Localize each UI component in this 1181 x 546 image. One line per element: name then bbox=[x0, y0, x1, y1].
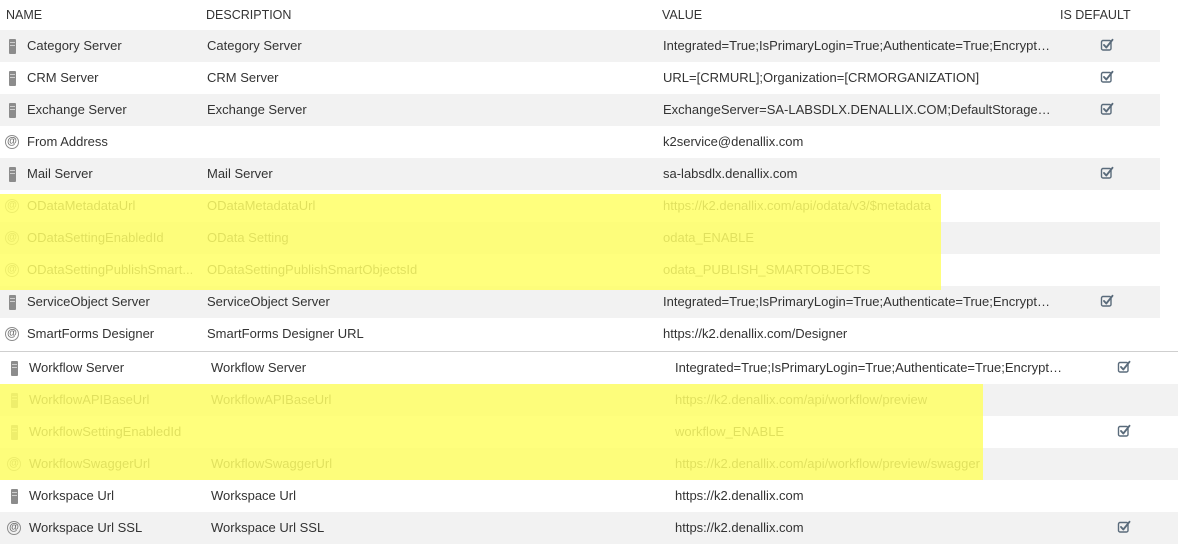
cell-name: WorkflowAPIBaseUrl bbox=[29, 392, 150, 407]
header-value[interactable]: VALUE bbox=[662, 0, 702, 30]
cell-name: CRM Server bbox=[27, 70, 99, 85]
table-row[interactable]: Workflow Server Workflow Server Integrated… bbox=[0, 352, 1178, 384]
checkmark-icon bbox=[1100, 294, 1114, 307]
cell-name: Workspace Url SSL bbox=[29, 520, 143, 535]
table-row[interactable]: WorkflowAPIBaseUrl WorkflowAPIBaseUrl http… bbox=[0, 384, 1178, 416]
at-icon: @ bbox=[5, 134, 19, 150]
table-body: Category Server Category Server Integrated… bbox=[0, 30, 1160, 350]
cell-name: WorkflowSettingEnabledId bbox=[29, 424, 182, 439]
at-icon: @ bbox=[5, 230, 19, 246]
cell-description: Exchange Server bbox=[207, 102, 307, 117]
checkmark-icon bbox=[1100, 38, 1114, 51]
cell-description: CRM Server bbox=[207, 70, 279, 85]
cell-value: Integrated=True;IsPrimaryLogin=True;Auth… bbox=[675, 360, 1065, 375]
checkmark-icon bbox=[1100, 166, 1114, 179]
table-row[interactable]: Mail Server Mail Server sa-labsdlx.denalli… bbox=[0, 158, 1160, 190]
table-row[interactable]: ServiceObject Server ServiceObject Server… bbox=[0, 286, 1160, 318]
cell-value: https://k2.denallix.com/api/odata/v3/$me… bbox=[663, 198, 932, 213]
cell-value: workflow_ENABLE bbox=[675, 424, 785, 439]
server-icon bbox=[5, 102, 19, 118]
cell-description: Workflow Server bbox=[211, 360, 307, 375]
cell-value: odata_PUBLISH_SMARTOBJECTS bbox=[663, 262, 871, 277]
cell-description: Mail Server bbox=[207, 166, 273, 181]
header-name[interactable]: NAME bbox=[6, 0, 42, 30]
table-row[interactable]: @ ODataSettingEnabledId OData Setting odata… bbox=[0, 222, 1160, 254]
table-row[interactable]: WorkflowSettingEnabledId workflow_ENABLE bbox=[0, 416, 1178, 448]
cell-name: SmartForms Designer bbox=[27, 326, 155, 341]
cell-value: k2service@denallix.com bbox=[663, 134, 804, 149]
cell-description: OData Setting bbox=[207, 230, 289, 245]
server-icon bbox=[5, 38, 19, 54]
cell-name: Workspace Url bbox=[29, 488, 115, 503]
checkmark-icon bbox=[1117, 360, 1131, 373]
cell-name: ServiceObject Server bbox=[27, 294, 150, 309]
header-description[interactable]: DESCRIPTION bbox=[206, 0, 291, 30]
cell-value: https://k2.denallix.com/Designer bbox=[663, 326, 848, 341]
checkmark-icon bbox=[1117, 424, 1131, 437]
server-icon bbox=[7, 392, 21, 408]
cell-value: https://k2.denallix.com/api/workflow/pre… bbox=[675, 456, 980, 471]
checkmark-icon bbox=[1117, 520, 1131, 533]
cell-name: Exchange Server bbox=[27, 102, 127, 117]
cell-name: ODataSettingEnabledId bbox=[27, 230, 164, 245]
table-body: Workflow Server Workflow Server Integrated… bbox=[0, 352, 1178, 544]
cell-value: Integrated=True;IsPrimaryLogin=True;Auth… bbox=[663, 294, 1053, 309]
cell-description: Workspace Url SSL bbox=[211, 520, 325, 535]
settings-table-1: NAME DESCRIPTION VALUE IS DEFAULT Catego… bbox=[0, 0, 1160, 350]
cell-description: ODataMetadataUrl bbox=[207, 198, 316, 213]
table-row[interactable]: @ Workspace Url SSL Workspace Url SSL https… bbox=[0, 512, 1178, 544]
table-row[interactable]: Exchange Server Exchange Server ExchangeSe… bbox=[0, 94, 1160, 126]
at-icon: @ bbox=[7, 456, 21, 472]
cell-description: Workspace Url bbox=[211, 488, 297, 503]
settings-table-2: Workflow Server Workflow Server Integrated… bbox=[0, 351, 1178, 544]
cell-description: SmartForms Designer URL bbox=[207, 326, 364, 341]
table-header: NAME DESCRIPTION VALUE IS DEFAULT bbox=[0, 0, 1160, 30]
cell-value: sa-labsdlx.denallix.com bbox=[663, 166, 798, 181]
cell-name: Workflow Server bbox=[29, 360, 125, 375]
checkmark-icon bbox=[1100, 102, 1114, 115]
table-row[interactable]: @ ODataMetadataUrl ODataMetadataUrl https:/… bbox=[0, 190, 1160, 222]
at-icon: @ bbox=[5, 326, 19, 342]
cell-name: From Address bbox=[27, 134, 108, 149]
cell-value: ExchangeServer=SA-LABSDLX.DENALLIX.COM;D… bbox=[663, 102, 1053, 117]
cell-description: Category Server bbox=[207, 38, 302, 53]
cell-description: WorkflowAPIBaseUrl bbox=[211, 392, 332, 407]
cell-name: Category Server bbox=[27, 38, 122, 53]
cell-name: ODataSettingPublishSmart... bbox=[27, 262, 194, 277]
at-icon: @ bbox=[5, 198, 19, 214]
table-row[interactable]: @ ODataSettingPublishSmart... ODataSetting… bbox=[0, 254, 1160, 286]
cell-value: URL=[CRMURL];Organization=[CRMORGANIZATI… bbox=[663, 70, 980, 85]
table-row[interactable]: Category Server Category Server Integrated… bbox=[0, 30, 1160, 62]
table-row[interactable]: @ WorkflowSwaggerUrl WorkflowSwaggerUrl htt… bbox=[0, 448, 1178, 480]
table-row[interactable]: @ From Address k2service@denallix.com bbox=[0, 126, 1160, 158]
server-icon bbox=[5, 166, 19, 182]
server-icon bbox=[5, 70, 19, 86]
cell-value: https://k2.denallix.com bbox=[675, 520, 804, 535]
cell-value: https://k2.denallix.com bbox=[675, 488, 804, 503]
cell-description: ServiceObject Server bbox=[207, 294, 330, 309]
cell-name: WorkflowSwaggerUrl bbox=[29, 456, 151, 471]
cell-value: https://k2.denallix.com/api/workflow/pre… bbox=[675, 392, 928, 407]
table-row[interactable]: CRM Server CRM Server URL=[CRMURL];Organiz… bbox=[0, 62, 1160, 94]
at-icon: @ bbox=[5, 262, 19, 278]
cell-name: ODataMetadataUrl bbox=[27, 198, 136, 213]
cell-name: Mail Server bbox=[27, 166, 93, 181]
cell-description: ODataSettingPublishSmartObjectsId bbox=[207, 262, 418, 277]
header-is-default[interactable]: IS DEFAULT bbox=[1060, 0, 1131, 30]
table-row[interactable]: Workspace Url Workspace Url https://k2.den… bbox=[0, 480, 1178, 512]
cell-value: odata_ENABLE bbox=[663, 230, 755, 245]
server-icon bbox=[7, 488, 21, 504]
cell-value: Integrated=True;IsPrimaryLogin=True;Auth… bbox=[663, 38, 1053, 53]
table-row[interactable]: @ SmartForms Designer SmartForms Designer … bbox=[0, 318, 1160, 350]
server-icon bbox=[5, 294, 19, 310]
server-icon bbox=[7, 360, 21, 376]
cell-description: WorkflowSwaggerUrl bbox=[211, 456, 333, 471]
at-icon: @ bbox=[7, 520, 21, 536]
checkmark-icon bbox=[1100, 70, 1114, 83]
server-icon bbox=[7, 424, 21, 440]
